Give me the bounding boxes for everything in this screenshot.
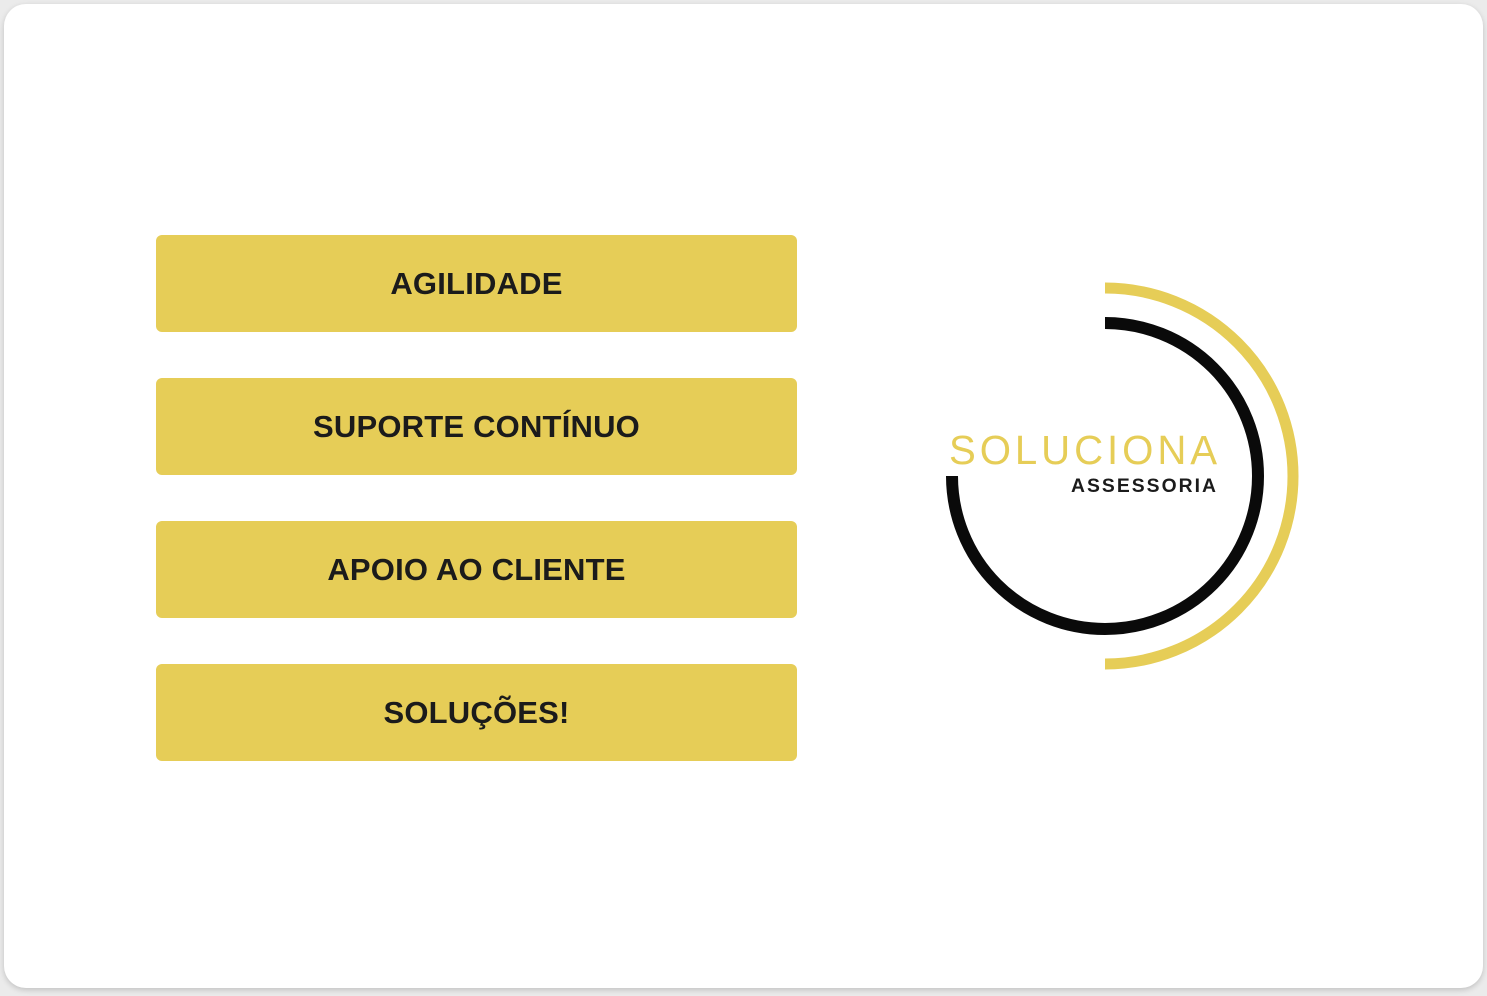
slide-card: AGILIDADE SUPORTE CONTÍNUO APOIO AO CLIE… — [4, 4, 1483, 988]
feature-button-solucoes[interactable]: SOLUÇÕES! — [156, 664, 797, 761]
logo-graphic: SOLUCIONA ASSESSORIA — [946, 282, 1299, 670]
soluciona-logo: SOLUCIONA ASSESSORIA — [904, 274, 1324, 684]
feature-button-suporte-continuo[interactable]: SUPORTE CONTÍNUO — [156, 378, 797, 475]
feature-button-apoio-ao-cliente[interactable]: APOIO AO CLIENTE — [156, 521, 797, 618]
logo-tagline: ASSESSORIA — [1071, 476, 1218, 497]
logo-name: SOLUCIONA — [949, 427, 1221, 473]
feature-button-agilidade[interactable]: AGILIDADE — [156, 235, 797, 332]
feature-list: AGILIDADE SUPORTE CONTÍNUO APOIO AO CLIE… — [156, 235, 797, 761]
